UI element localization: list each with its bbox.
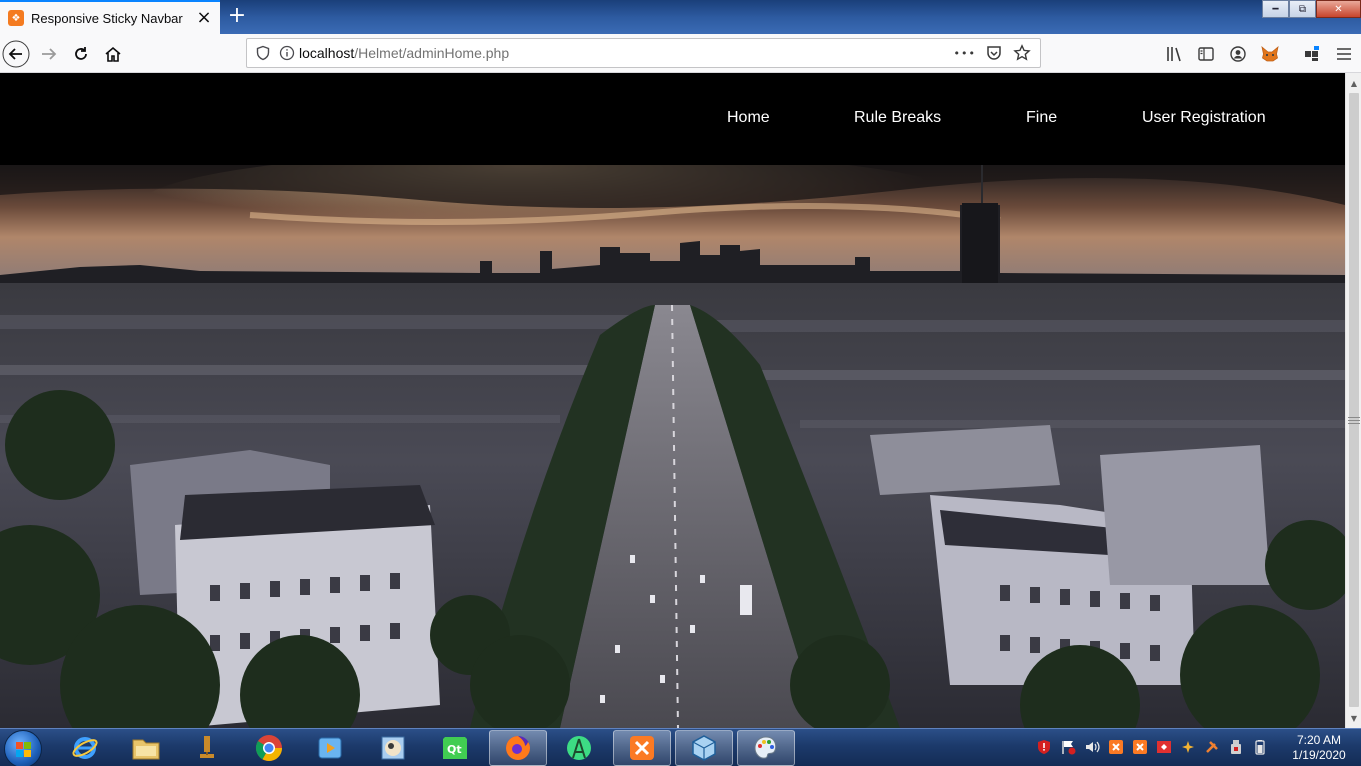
scroll-down-arrow-icon[interactable]: ▼ [1346, 710, 1361, 726]
url-bar[interactable]: localhost/Helmet/adminHome.php ••• [246, 38, 1041, 68]
clock-time: 7:20 AM [1296, 733, 1342, 747]
taskbar-virtualbox[interactable] [675, 730, 733, 766]
close-window-button[interactable]: ✕ [1316, 0, 1361, 18]
forward-arrow-icon [42, 48, 57, 60]
firefox-icon [506, 736, 530, 760]
tab-strip: ❖ Responsive Sticky Navbar × + ━ ⧉ ✕ [0, 0, 1361, 34]
android-studio-icon [567, 736, 591, 760]
shield-icon[interactable] [251, 45, 275, 61]
taskbar-paint[interactable] [737, 730, 795, 766]
taskbar-media-player[interactable] [301, 730, 359, 766]
taskbar-android-studio[interactable] [550, 730, 608, 766]
metamask-fox-icon[interactable] [1256, 40, 1284, 68]
back-arrow-icon [2, 40, 30, 68]
browser-tab[interactable]: ❖ Responsive Sticky Navbar × [0, 0, 220, 34]
back-button[interactable] [2, 40, 30, 68]
taskbar-qt-creator[interactable]: Qt [426, 730, 484, 766]
tab-close-icon[interactable]: × [196, 9, 212, 27]
tab-title: Responsive Sticky Navbar [31, 10, 183, 26]
taskbar-server-tool[interactable] [178, 730, 236, 766]
system-tray [1034, 738, 1270, 756]
photo-viewer-icon [381, 736, 405, 760]
bookmark-star-icon[interactable] [1012, 44, 1032, 62]
restore-button[interactable]: ⧉ [1289, 0, 1316, 18]
taskbar-xampp[interactable] [613, 730, 671, 766]
url-host: localhost [299, 45, 355, 61]
internet-explorer-icon [72, 737, 98, 759]
scroll-up-arrow-icon[interactable]: ▲ [1346, 75, 1361, 91]
nav-link-user-registration[interactable]: User Registration [1142, 109, 1266, 127]
sparkle-tray-icon[interactable] [1178, 738, 1198, 756]
nav-link-fine[interactable]: Fine [1026, 109, 1057, 127]
library-icon[interactable] [1160, 40, 1188, 68]
nav-link-rule-breaks[interactable]: Rule Breaks [854, 109, 941, 127]
usb-tray-icon[interactable] [1226, 738, 1246, 756]
page-actions-icon[interactable]: ••• [954, 47, 976, 60]
clock-date: 1/19/2020 [1292, 748, 1346, 762]
url-path: /Helmet/adminHome.php [354, 45, 510, 61]
hero-image [0, 165, 1345, 728]
taskbar-clock[interactable]: 7:20 AM 1/19/2020 [1284, 733, 1354, 763]
tools-tray-icon[interactable] [1202, 738, 1222, 756]
info-icon[interactable] [275, 45, 299, 61]
city-skyline-image [0, 165, 1345, 728]
hamburger-menu-icon[interactable] [1330, 40, 1358, 68]
window-controls: ━ ⧉ ✕ [1262, 0, 1361, 18]
url-text[interactable]: localhost/Helmet/adminHome.php [299, 45, 954, 61]
account-icon[interactable] [1224, 40, 1252, 68]
xampp-tray-icon[interactable] [1106, 738, 1126, 756]
media-player-icon [318, 737, 342, 759]
virtualbox-icon [692, 735, 716, 761]
home-button[interactable] [99, 40, 127, 68]
taskbar-photo-viewer[interactable] [364, 730, 422, 766]
xampp-icon: ❖ [8, 10, 24, 26]
reload-button[interactable] [67, 40, 95, 68]
scroll-thumb[interactable] [1349, 93, 1359, 707]
xampp-tray-icon-2[interactable] [1130, 738, 1150, 756]
start-button[interactable] [4, 730, 42, 766]
volume-icon[interactable] [1082, 738, 1102, 756]
sidebar-icon[interactable] [1192, 40, 1220, 68]
security-alert-icon[interactable] [1034, 738, 1054, 756]
taskbar-file-explorer[interactable] [117, 730, 175, 766]
xampp-icon [630, 736, 654, 760]
pocket-icon[interactable] [984, 44, 1004, 62]
new-tab-button[interactable]: + [226, 5, 248, 27]
browser-toolbar: localhost/Helmet/adminHome.php ••• [0, 34, 1361, 73]
taskbar: Qt 7:20 AM 1/19/2020 [0, 728, 1361, 766]
page-scrollbar[interactable]: ▲ ▼ [1345, 73, 1361, 728]
action-center-flag-icon[interactable] [1058, 738, 1078, 756]
taskbar-chrome[interactable] [240, 730, 298, 766]
site-navbar: Home Rule Breaks Fine User Registration [0, 73, 1345, 165]
forward-button[interactable] [35, 40, 63, 68]
anydesk-tray-icon[interactable] [1154, 738, 1174, 756]
battery-icon[interactable] [1250, 738, 1270, 756]
paint-palette-icon [754, 736, 777, 759]
home-icon [105, 46, 121, 62]
page-viewport: Home Rule Breaks Fine User Registration [0, 73, 1345, 728]
taskbar-firefox[interactable] [489, 730, 547, 766]
browser-tools [1160, 40, 1358, 68]
minimize-button[interactable]: ━ [1262, 0, 1289, 18]
qt-icon: Qt [443, 737, 467, 759]
chrome-icon [255, 735, 283, 762]
reload-icon [75, 47, 87, 60]
scroll-grip [1348, 417, 1360, 425]
taskbar-internet-explorer[interactable] [56, 730, 114, 766]
extensions-icon[interactable] [1298, 40, 1326, 68]
nav-link-home[interactable]: Home [727, 109, 770, 127]
microscope-icon [200, 736, 214, 758]
windows-logo-icon [16, 742, 31, 757]
svg-text:Qt: Qt [447, 743, 462, 756]
folder-icon [132, 739, 160, 760]
